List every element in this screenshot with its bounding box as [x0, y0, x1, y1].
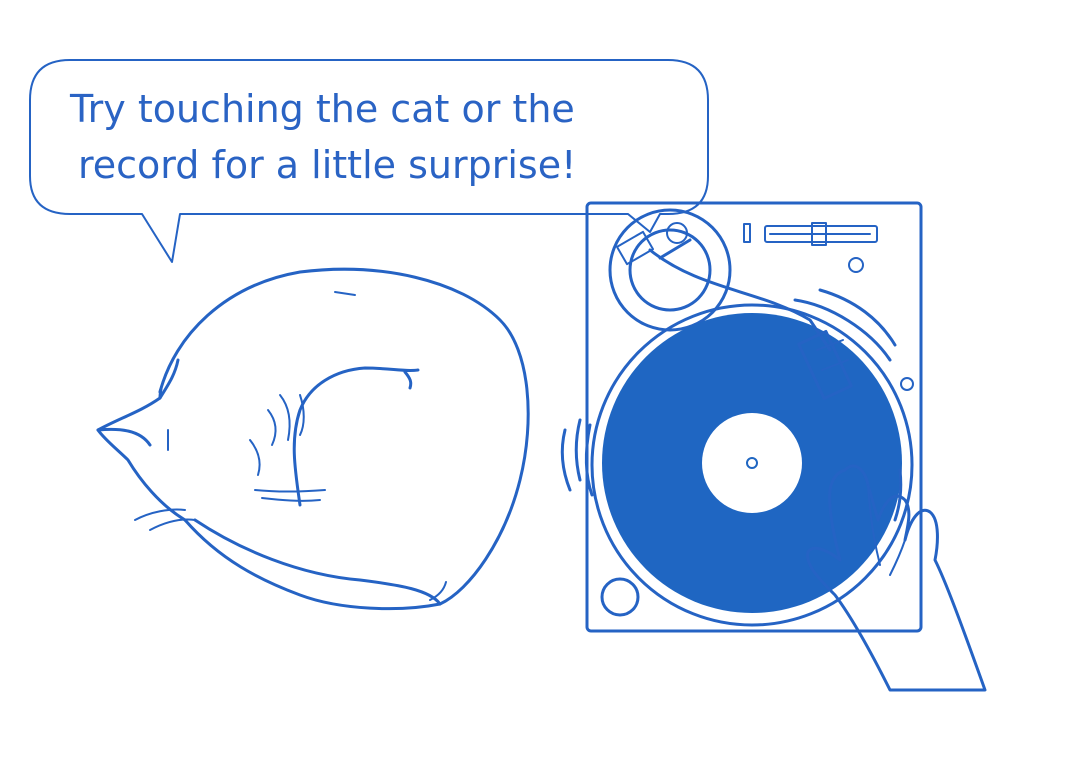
start-button[interactable] [600, 577, 640, 617]
side-button[interactable] [900, 377, 914, 391]
speech-bubble-line-2: record for a little surprise! [78, 143, 576, 187]
scene: Try touching the cat or the record for a… [29, 59, 987, 692]
record-label [702, 413, 802, 513]
speech-bubble-line-1: Try touching the cat or the [69, 87, 575, 131]
tonearm-base-ring [608, 208, 732, 332]
vinyl-record-icon[interactable] [602, 313, 902, 613]
sleeping-cat-icon[interactable] [96, 267, 530, 611]
speech-bubble: Try touching the cat or the record for a… [29, 59, 709, 263]
tonearm-pivot [628, 228, 712, 312]
speed-button[interactable] [848, 257, 864, 273]
start-stop-indicator [743, 223, 751, 243]
